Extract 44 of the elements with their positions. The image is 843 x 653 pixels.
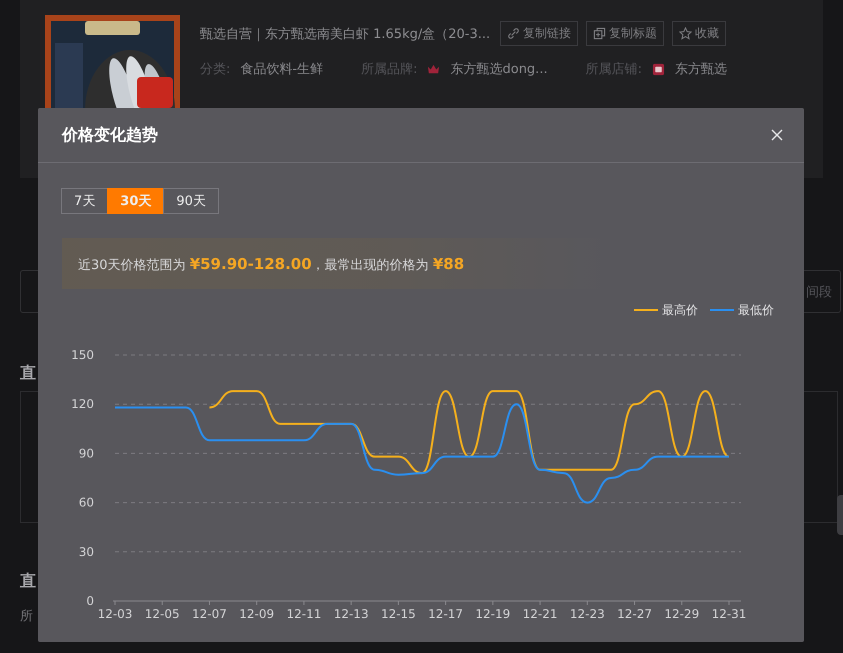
star-icon (679, 27, 692, 40)
axis-label: 12-17 (428, 607, 464, 621)
axis-label: 60 (78, 496, 94, 510)
action-button[interactable]: 复制标题 (586, 21, 664, 46)
action-button[interactable]: 收藏 (672, 21, 726, 46)
axis-label: 12-11 (286, 607, 322, 621)
copy-icon (593, 27, 606, 40)
link-icon (507, 27, 520, 40)
axis-label: 0 (86, 594, 94, 608)
close-icon[interactable] (770, 128, 784, 142)
axis-label: 12-07 (192, 607, 227, 621)
meta-value: 东方甄选dong... (450, 61, 548, 78)
action-button[interactable]: 复制链接 (500, 21, 578, 46)
dialog-title: 价格变化趋势 (62, 124, 158, 146)
axis-label: 150 (71, 348, 94, 362)
axis-label: 12-27 (617, 607, 652, 621)
axis-label: 12-19 (475, 607, 510, 621)
crown-icon (427, 62, 440, 76)
product-title: 甄选自营｜东方甄选南美白虾 1.65kg/盒（20-3... (200, 26, 490, 42)
meta-label: 分类: (200, 61, 230, 78)
meta-label: 所属品牌: (361, 61, 418, 78)
axis-label: 30 (78, 544, 94, 559)
axis-label: 120 (71, 397, 94, 412)
axis-label: 12-23 (570, 607, 605, 621)
meta-label: 所属店铺: (586, 61, 642, 78)
price-summary: 近30天价格范围为 ¥59.90-128.00，最常出现的价格为 ¥88 (78, 258, 464, 273)
axis-label: 90 (78, 446, 94, 460)
meta-value: 东方甄选 (674, 61, 727, 78)
axis-label: 12-21 (522, 607, 558, 621)
axis-label: 12-05 (144, 607, 180, 621)
meta-value: 食品饮料-生鲜 (240, 61, 324, 78)
axis-label: 12-15 (380, 607, 416, 621)
range-tab[interactable]: 90天 (163, 188, 219, 214)
axis-label: 12-09 (239, 607, 274, 621)
section-heading: 直 (20, 363, 36, 383)
section-text: 所 (20, 608, 33, 625)
section-heading: 直 (20, 571, 36, 591)
axis-label: 12-13 (334, 607, 369, 621)
legend-label[interactable]: 最高价 (662, 303, 698, 317)
axis-label: 12-29 (664, 607, 700, 621)
legend-label[interactable]: 最低价 (738, 303, 774, 317)
axis-label: 12-31 (712, 607, 746, 621)
shop-icon (652, 62, 665, 76)
axis-label: 12-03 (98, 607, 132, 621)
